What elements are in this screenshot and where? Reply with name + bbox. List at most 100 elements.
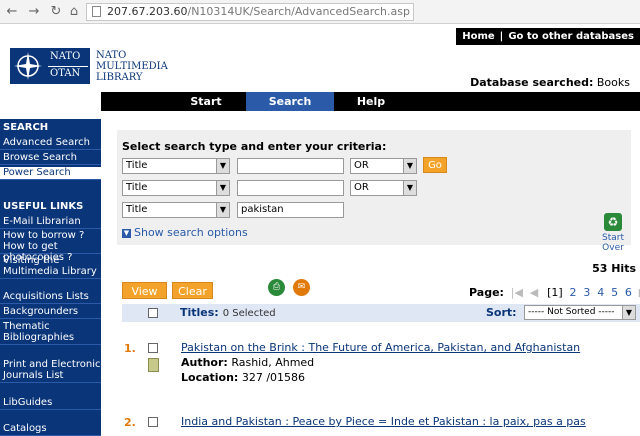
main-nav: Start Search Help [101, 92, 640, 111]
page-icon [92, 6, 101, 17]
sidebar-item-visiting[interactable]: Visiting the Multimedia Library [0, 255, 101, 279]
page-label: Page: [469, 286, 504, 299]
operator-select-value: OR [354, 182, 369, 193]
field-select-1[interactable]: Title ▼ [122, 158, 230, 174]
sidebar-item-journals[interactable]: Print and Electronic Journals List [0, 359, 101, 383]
url-text: 207.67.203.60/N10314UK/Search/AdvancedSe… [107, 5, 410, 18]
nato-logo[interactable]: NATO OTAN [10, 48, 90, 84]
field-select-value: Title [126, 160, 148, 171]
search-panel: Select search type and enter your criter… [117, 130, 631, 245]
nato-star-icon [14, 52, 42, 80]
print-icon[interactable]: ⎙ [268, 279, 285, 296]
search-instructions: Select search type and enter your criter… [122, 140, 387, 153]
sidebar-item-how-to-borrow[interactable]: How to borrow ? How to get photocopies ? [0, 230, 101, 263]
page-link[interactable]: 2 [570, 286, 577, 299]
result-checkbox[interactable] [148, 417, 158, 427]
result-location: Location: 327 /01586 [181, 371, 306, 384]
pagination: Page: |◀ ◀ [1] 2 3 4 5 6 ▶ ▶| [469, 286, 640, 299]
page-link[interactable]: 5 [611, 286, 618, 299]
field-select-value: Title [126, 204, 148, 215]
logo-nato: NATO [50, 51, 81, 62]
chevron-down-icon: ▼ [403, 159, 416, 173]
show-search-options[interactable]: ▼ Show search options [122, 226, 248, 239]
recycle-icon: ♻ [604, 213, 622, 231]
page-link[interactable]: 4 [597, 286, 604, 299]
browser-toolbar: ← → ↻ ⌂ 207.67.203.60/N10314UK/Search/Ad… [0, 0, 640, 24]
hits-count: 53 Hits [592, 262, 636, 275]
result-checkbox[interactable] [148, 343, 158, 353]
start-over-label: Start Over [602, 233, 624, 253]
show-options-label: Show search options [134, 226, 248, 239]
result-author: Author: Rashid, Ahmed [181, 356, 315, 369]
view-button[interactable]: View [122, 282, 167, 299]
prev-page-icon[interactable]: ◀ [530, 286, 538, 299]
home-icon[interactable]: ⌂ [66, 4, 82, 20]
back-icon[interactable]: ← [4, 4, 20, 20]
library-name-line: NATO [96, 50, 127, 61]
sidebar-item-acquisitions[interactable]: Acquisitions Lists [0, 291, 101, 304]
library-name: NATO MULTIMEDIA LIBRARY [96, 50, 168, 83]
operator-select-2[interactable]: OR ▼ [350, 180, 417, 196]
sidebar-item-backgrounders[interactable]: Backgrounders [0, 306, 101, 319]
field-select-3[interactable]: Title ▼ [122, 202, 230, 218]
titles-label: Titles: 0 Selected [180, 306, 276, 319]
chevron-down-icon: ▼ [216, 159, 229, 173]
sidebar-item-advanced-search[interactable]: Advanced Search [0, 137, 101, 150]
logo-otan: OTAN [50, 68, 81, 79]
book-icon [148, 358, 159, 372]
library-name-line: MULTIMEDIA [96, 61, 168, 72]
sidebar-item-libguides[interactable]: LibGuides [0, 397, 101, 410]
nav-search[interactable]: Search [246, 92, 334, 111]
field-select-value: Title [126, 182, 148, 193]
database-label: Database searched: [470, 76, 594, 89]
sidebar-item-email-librarian[interactable]: E-Mail Librarian [0, 216, 101, 229]
sidebar-item-bibliographies[interactable]: Thematic Bibliographies [0, 321, 101, 345]
search-term-input-3[interactable]: pakistan [237, 202, 344, 218]
select-all-checkbox[interactable] [148, 308, 158, 318]
page-link[interactable]: 6 [625, 286, 632, 299]
chevron-down-icon: ▼ [403, 181, 416, 195]
email-icon[interactable]: ✉ [293, 279, 310, 296]
library-name-line: LIBRARY [96, 72, 143, 83]
first-page-icon[interactable]: |◀ [511, 286, 523, 299]
database-searched: Database searched: Books [470, 76, 630, 89]
search-term-input-1[interactable] [237, 158, 344, 174]
field-select-2[interactable]: Title ▼ [122, 180, 230, 196]
sidebar: SEARCH Advanced Search Browse Search Pow… [0, 119, 101, 436]
chevron-down-icon: ▼ [622, 306, 635, 319]
nav-start[interactable]: Start [161, 92, 251, 111]
forward-icon[interactable]: → [26, 4, 42, 20]
other-databases-link[interactable]: Go to other databases [508, 31, 634, 42]
search-term-input-2[interactable] [237, 180, 344, 196]
nav-help[interactable]: Help [331, 92, 411, 111]
result-title-link[interactable]: Pakistan on the Brink : The Future of Am… [181, 341, 580, 354]
chevron-down-icon: ▼ [216, 181, 229, 195]
top-links: Home | Go to other databases [456, 28, 640, 45]
logo-divider [48, 66, 88, 67]
address-bar[interactable]: 207.67.203.60/N10314UK/Search/AdvancedSe… [86, 3, 414, 21]
chevron-down-icon: ▼ [216, 203, 229, 217]
sidebar-item-catalogs[interactable]: Catalogs [0, 423, 101, 436]
clear-button[interactable]: Clear [172, 282, 213, 299]
start-over-button[interactable]: ♻ Start Over [590, 213, 636, 253]
link-separator: | [499, 31, 504, 42]
home-link[interactable]: Home [462, 31, 494, 42]
sidebar-item-browse-search[interactable]: Browse Search [0, 152, 101, 165]
result-title-link[interactable]: India and Pakistan : Peace by Piece = In… [181, 415, 586, 428]
current-page: [1] [547, 286, 563, 299]
result-number: 1. [124, 342, 136, 355]
sidebar-item-power-search[interactable]: Power Search [0, 167, 101, 180]
sort-label: Sort: [486, 306, 517, 319]
sidebar-search-heading: SEARCH [0, 121, 101, 135]
titles-bar: Titles: 0 Selected Sort: ----- Not Sorted… [122, 304, 640, 322]
page-link[interactable]: 3 [583, 286, 590, 299]
go-button[interactable]: Go [423, 157, 447, 173]
sort-select[interactable]: ----- Not Sorted ----- ▼ [524, 305, 636, 320]
database-value: Books [596, 76, 630, 89]
expand-icon: ▼ [122, 228, 131, 238]
reload-icon[interactable]: ↻ [48, 4, 64, 20]
sidebar-useful-heading: USEFUL LINKS [0, 200, 101, 214]
operator-select-1[interactable]: OR ▼ [350, 158, 417, 174]
sort-select-value: ----- Not Sorted ----- [528, 307, 615, 317]
result-number: 2. [124, 416, 136, 429]
